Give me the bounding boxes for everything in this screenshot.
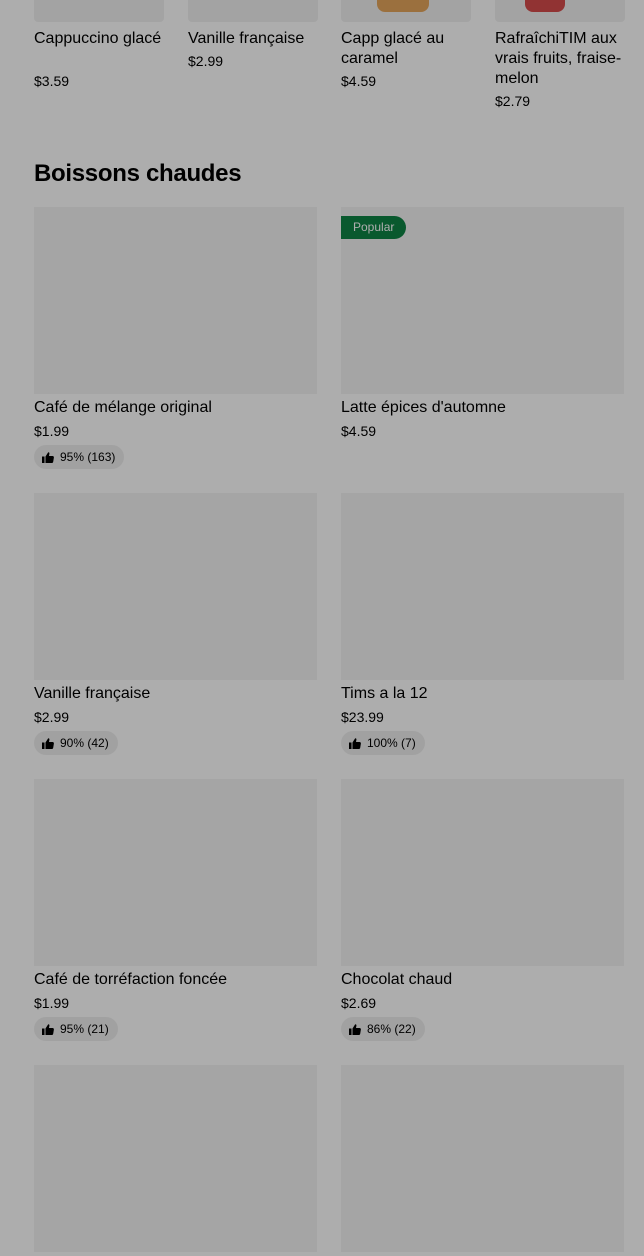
rating-text: 95% (163) xyxy=(60,450,116,464)
menu-item-image xyxy=(341,493,624,680)
rating-pill: 100% (7) xyxy=(341,731,425,755)
menu-item-image xyxy=(34,779,317,966)
menu-item-name: Café de mélange original xyxy=(34,399,212,416)
menu-item-image xyxy=(34,493,317,680)
menu-item-name: Tims a la 12 xyxy=(341,685,428,702)
menu-item-name: Vanille française xyxy=(34,685,151,702)
carousel-item-title: Vanille française xyxy=(188,30,305,47)
thumbs-up-icon xyxy=(42,451,54,463)
carousel-item-price: $2.99 xyxy=(188,53,224,69)
rating-pill: 90% (42) xyxy=(34,731,118,755)
menu-item-image xyxy=(34,207,317,394)
menu-item-image xyxy=(341,1065,624,1252)
popular-badge: Popular xyxy=(341,216,407,239)
rating-pill: 95% (21) xyxy=(34,1017,118,1041)
menu-item-image xyxy=(34,1065,317,1252)
carousel-item-image xyxy=(34,0,164,22)
menu-item-price: $23.99 xyxy=(341,709,384,725)
rating-text: 95% (21) xyxy=(60,1022,109,1036)
thumbs-up-icon xyxy=(349,737,361,749)
carousel-item-title: Cappuccino glacé xyxy=(34,30,162,47)
carousel-item-image xyxy=(341,0,471,22)
thumbs-up-icon xyxy=(42,1023,54,1035)
menu-item-price: $1.99 xyxy=(34,995,70,1011)
menu-item-price: $2.99 xyxy=(34,709,70,725)
section-title: Boissons chaudes xyxy=(34,160,242,187)
carousel-item-price: $3.59 xyxy=(34,73,70,89)
rating-text: 100% (7) xyxy=(367,736,416,750)
menu-item-price: $4.59 xyxy=(341,423,377,439)
rating-text: 90% (42) xyxy=(60,736,109,750)
carousel-item-price: $4.59 xyxy=(341,73,377,89)
carousel-item-title: RafraîchiTIM aux vrais fruits, fraise-me… xyxy=(495,30,622,87)
rating-pill: 86% (22) xyxy=(341,1017,425,1041)
menu-item-price: $2.69 xyxy=(341,995,377,1011)
rating-pill: 95% (163) xyxy=(34,445,125,469)
rating-text: 86% (22) xyxy=(367,1022,416,1036)
carousel-item-title: Capp glacé au caramel xyxy=(341,30,445,67)
carousel-item-price: $2.79 xyxy=(495,93,531,109)
menu-page: Cappuccino glacé $3.59 Vanille française… xyxy=(0,0,644,1256)
carousel-item-image xyxy=(495,0,625,22)
menu-item-name: Chocolat chaud xyxy=(341,971,453,988)
featured-carousel: Cappuccino glacé $3.59 Vanille française… xyxy=(0,0,644,120)
thumbs-up-icon xyxy=(42,737,54,749)
menu-item-name: Café de torréfaction foncée xyxy=(34,971,228,988)
menu-item-price: $1.99 xyxy=(34,423,70,439)
carousel-item-image xyxy=(188,0,318,22)
menu-item-image xyxy=(341,779,624,966)
menu-item-name: Latte épices d'automne xyxy=(341,399,506,416)
thumbs-up-icon xyxy=(349,1023,361,1035)
